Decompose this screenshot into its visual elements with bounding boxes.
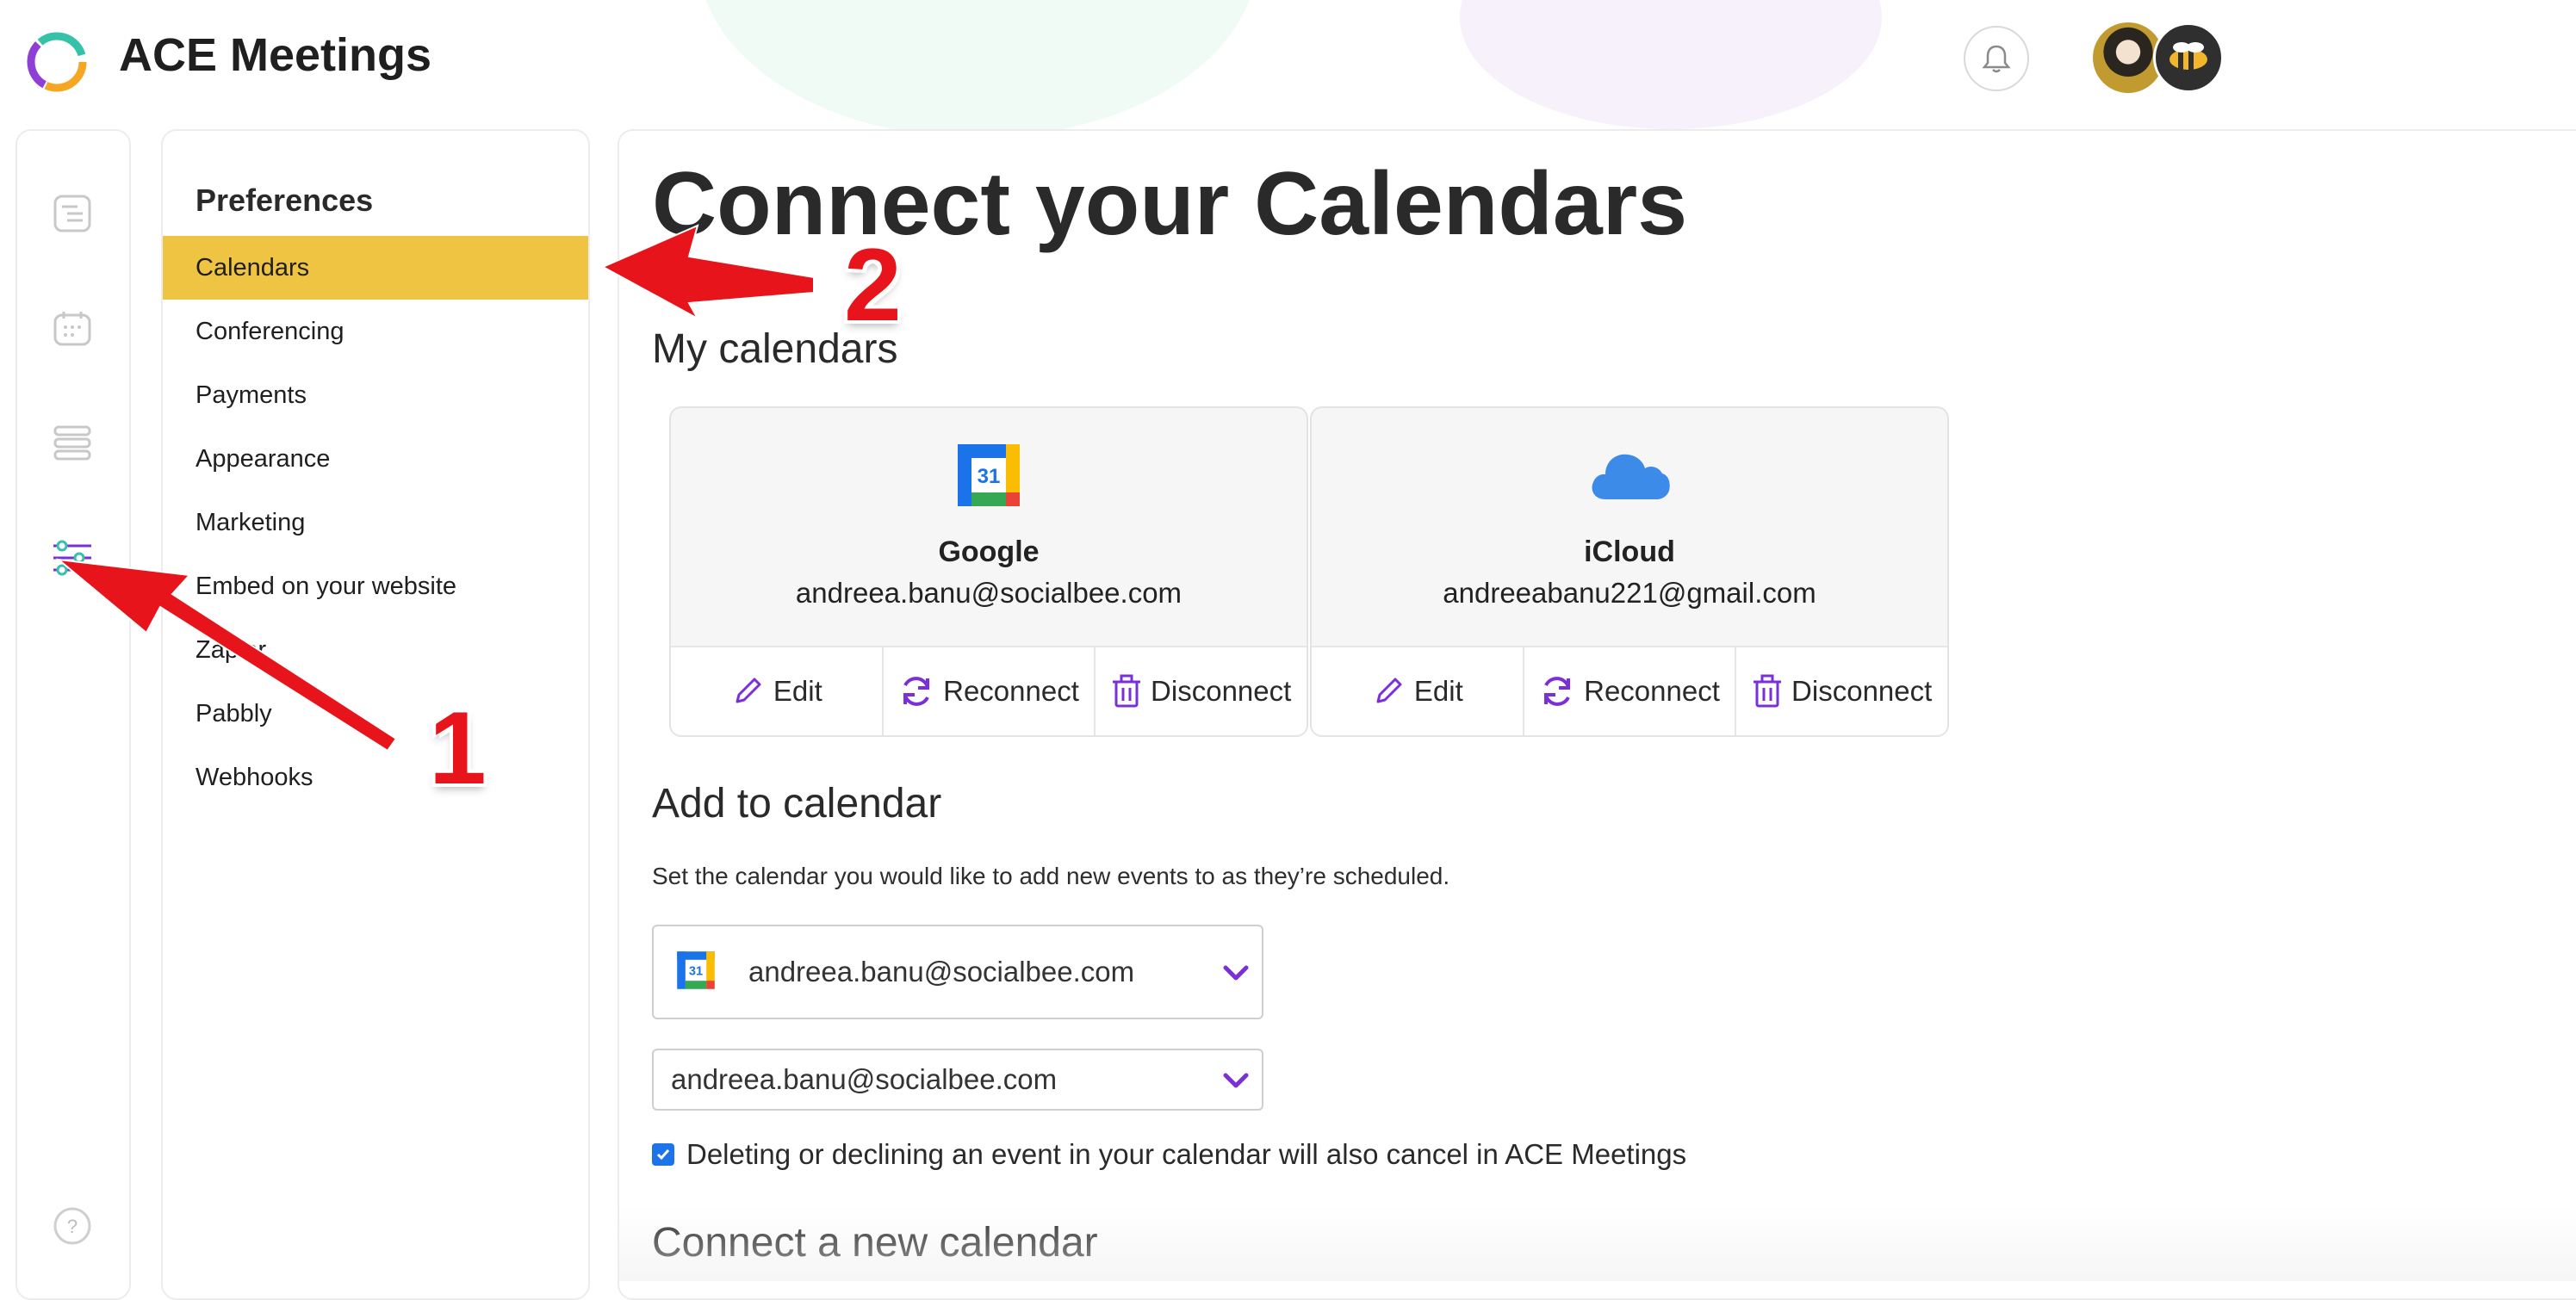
add-to-calendar-heading: Add to calendar <box>652 781 942 826</box>
account-select[interactable]: 31 andreea.banu@socialbee.com <box>652 925 1263 1019</box>
workspace-avatar[interactable] <box>2153 22 2224 93</box>
pencil-icon <box>1376 678 1402 703</box>
help-icon: ? <box>53 1207 91 1245</box>
account-select-value: andreea.banu@socialbee.com <box>748 956 1135 987</box>
calendar-provider: Google <box>938 535 1040 568</box>
chevron-down-icon <box>1223 1073 1249 1088</box>
disconnect-label: Disconnect <box>1151 675 1292 707</box>
connect-new-calendar-heading: Connect a new calendar <box>652 1220 1098 1266</box>
svg-text:31: 31 <box>978 465 1001 488</box>
nav-help[interactable]: ? <box>50 1204 95 1248</box>
svg-text:?: ? <box>67 1216 78 1237</box>
calendar-provider: iCloud <box>1584 535 1675 568</box>
page-title: Connect your Calendars <box>652 154 1688 254</box>
disconnect-button[interactable]: Disconnect <box>1096 647 1307 735</box>
google-calendar-icon: 31 <box>677 951 715 989</box>
edit-label: Edit <box>773 675 822 707</box>
calendar-grid-icon <box>53 312 91 346</box>
edit-label: Edit <box>1413 675 1463 707</box>
nav-integrations[interactable] <box>50 420 95 465</box>
calendar-email: andreea.banu@socialbee.com <box>795 577 1182 609</box>
pref-item-payments[interactable]: Payments <box>163 363 588 427</box>
edit-button[interactable]: Edit <box>1312 647 1524 735</box>
edit-button[interactable]: Edit <box>671 647 884 735</box>
pref-item-zapier[interactable]: Zapier <box>163 618 588 682</box>
nav-meetings[interactable] <box>50 191 95 236</box>
sliders-icon <box>53 540 91 576</box>
pref-item-embed[interactable]: Embed on your website <box>163 554 588 618</box>
reconnect-label: Reconnect <box>943 675 1079 707</box>
icloud-icon <box>1592 454 1670 499</box>
list-doc-icon <box>53 195 91 232</box>
chevron-down-icon <box>1223 965 1249 981</box>
calendar-select[interactable]: andreea.banu@socialbee.com <box>652 1049 1263 1111</box>
reconnect-button[interactable]: Reconnect <box>1524 647 1737 735</box>
bee-icon <box>2169 42 2207 70</box>
google-calendar-icon: 31 <box>958 444 1020 506</box>
reconnect-button[interactable]: Reconnect <box>884 647 1096 735</box>
annotation-number-1: 1 <box>429 690 487 806</box>
disconnect-button[interactable]: Disconnect <box>1736 647 1947 735</box>
pref-item-marketing[interactable]: Marketing <box>163 491 588 554</box>
main-content: Connect your Calendars My calendars 31 G… <box>618 129 2576 1300</box>
google-calendar-card: 31 Google andreea.banu@socialbee.com Edi… <box>669 406 1308 737</box>
stack-icon <box>53 425 91 461</box>
refresh-icon <box>1544 677 1571 706</box>
pref-item-calendars[interactable]: Calendars <box>163 236 588 300</box>
top-bar: ACE Meetings <box>0 0 2576 129</box>
bell-icon <box>1982 45 2011 73</box>
nav-preferences[interactable] <box>50 535 95 580</box>
nav-schedule[interactable] <box>50 306 95 351</box>
ace-logo <box>27 32 87 92</box>
trash-icon <box>1113 674 1141 708</box>
pref-item-webhooks[interactable]: Webhooks <box>163 746 588 809</box>
calendar-actions: Edit Reconnect Disconnect <box>1312 646 1947 735</box>
trash-icon <box>1754 674 1782 708</box>
check-icon <box>656 1149 670 1161</box>
cancel-sync-label: Deleting or declining an event in your c… <box>686 1138 1687 1170</box>
pref-item-conferencing[interactable]: Conferencing <box>163 300 588 363</box>
pencil-icon <box>736 678 761 703</box>
app-title: ACE Meetings <box>119 29 432 81</box>
cancel-sync-option: Deleting or declining an event in your c… <box>652 1138 1686 1171</box>
icloud-calendar-card: iCloud andreeabanu221@gmail.com Edit Rec… <box>1310 406 1949 737</box>
reconnect-label: Reconnect <box>1584 675 1720 707</box>
icon-rail: ? <box>16 129 131 1300</box>
calendar-email: andreeabanu221@gmail.com <box>1443 577 1816 609</box>
pref-item-pabbly[interactable]: Pabbly <box>163 682 588 746</box>
add-to-calendar-description: Set the calendar you would like to add n… <box>652 863 1450 889</box>
notifications-button[interactable] <box>1964 26 2029 91</box>
svg-text:31: 31 <box>689 964 703 978</box>
preferences-panel: Preferences Calendars Conferencing Payme… <box>161 129 590 1300</box>
pref-item-appearance[interactable]: Appearance <box>163 427 588 491</box>
disconnect-label: Disconnect <box>1791 675 1933 707</box>
annotation-number-2: 2 <box>844 227 902 343</box>
calendar-actions: Edit Reconnect Disconnect <box>671 646 1307 735</box>
cancel-sync-checkbox[interactable] <box>652 1143 674 1166</box>
refresh-icon <box>903 677 930 706</box>
preferences-title: Preferences <box>196 183 374 218</box>
calendar-select-value: andreea.banu@socialbee.com <box>671 1063 1058 1095</box>
